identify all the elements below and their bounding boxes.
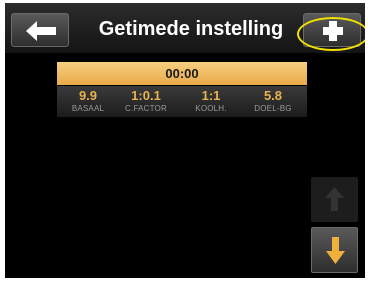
values-row: 9.9 BASAAL 1:0.1 C.FACTOR 1:1 KOOLH. 5.8…	[57, 86, 307, 117]
back-button[interactable]	[11, 13, 69, 47]
basal-label: BASAAL	[71, 104, 105, 113]
arrow-down-icon	[326, 237, 345, 264]
pump-screen: Getimede instelling 00:00 9.9 BASAAL 1:0…	[5, 3, 365, 278]
carb-ratio-label: KOOLH.	[195, 104, 227, 113]
scroll-up-button[interactable]	[311, 177, 358, 222]
carb-ratio-value: 1:1	[201, 88, 221, 103]
arrow-left-icon	[26, 21, 56, 41]
header-bar: Getimede instelling	[5, 3, 365, 53]
basal-value: 9.9	[78, 88, 98, 103]
plus-icon	[323, 21, 343, 41]
time-label: 00:00	[57, 62, 307, 85]
target-bg-value: 5.8	[263, 88, 283, 103]
arrow-up-icon	[325, 187, 344, 211]
page-title: Getimede instelling	[98, 18, 284, 40]
carb-factor-value: 1:0.1	[131, 88, 161, 103]
timed-setting-row[interactable]: 00:00 9.9 BASAAL 1:0.1 C.FACTOR 1:1 KOOL…	[57, 62, 307, 117]
scroll-down-button[interactable]	[311, 227, 358, 273]
carb-factor-label: C.FACTOR	[125, 104, 167, 113]
add-button[interactable]	[303, 13, 361, 47]
target-bg-label: DOEL-BG	[254, 104, 292, 113]
